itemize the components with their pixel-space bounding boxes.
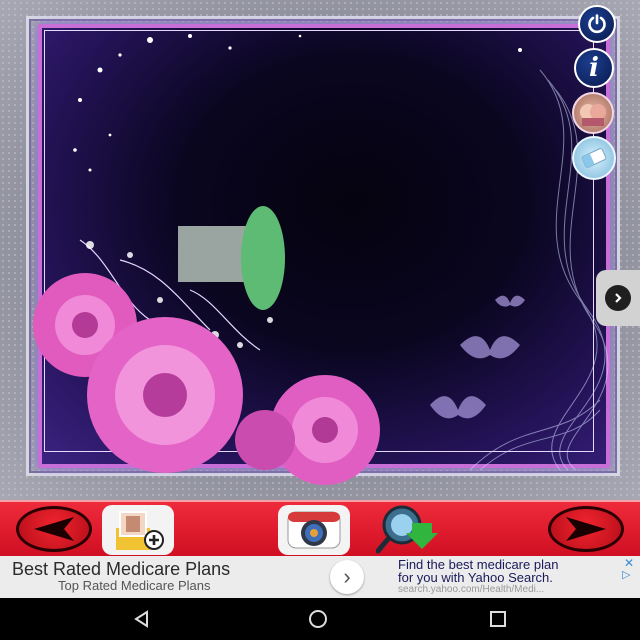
sparkle <box>88 168 92 172</box>
power-icon <box>588 14 606 34</box>
sparkle <box>518 48 522 52</box>
rose <box>235 410 295 470</box>
rose <box>143 373 187 417</box>
sparkle <box>188 34 192 38</box>
search-download-button[interactable] <box>372 505 444 555</box>
photo-frame-area: i <box>0 0 640 500</box>
gallery-icon <box>580 104 606 126</box>
butterfly <box>460 336 520 359</box>
camera-button[interactable] <box>278 505 350 555</box>
hat-sticker[interactable] <box>178 204 288 314</box>
ad-description-line2: for you with Yahoo Search. <box>398 570 553 585</box>
next-frame-button[interactable] <box>596 270 640 326</box>
chevron-right-icon <box>605 285 631 311</box>
sparkle <box>118 53 122 57</box>
recents-icon[interactable] <box>488 609 508 629</box>
add-photo-icon <box>116 511 164 550</box>
small-flower <box>267 317 273 323</box>
camera-icon <box>287 511 341 549</box>
ad-open-button[interactable]: › <box>330 560 364 594</box>
add-photo-button[interactable] <box>102 505 174 555</box>
eraser-icon <box>581 148 607 168</box>
ad-banner[interactable]: Best Rated Medicare Plans Top Rated Medi… <box>0 556 640 598</box>
power-button[interactable] <box>578 5 616 43</box>
next-button[interactable] <box>548 506 624 552</box>
home-icon[interactable] <box>308 609 328 629</box>
small-flower <box>127 252 133 258</box>
sparkle <box>228 46 232 50</box>
swirl-line <box>479 409 601 471</box>
frame-decorations <box>33 34 609 485</box>
arrow-right-icon <box>566 517 606 541</box>
ad-choices-icon[interactable]: ▷ <box>622 568 630 581</box>
back-icon[interactable] <box>132 609 152 629</box>
ad-url: search.yahoo.com/Health/Medi... <box>398 584 545 595</box>
ad-title: Best Rated Medicare Plans <box>12 559 231 579</box>
rose <box>312 417 338 443</box>
sparkle <box>73 148 77 152</box>
butterfly <box>495 295 525 307</box>
bottom-toolbar <box>0 500 640 556</box>
eraser-button[interactable] <box>572 136 616 180</box>
search-download-icon <box>376 505 438 554</box>
swirl-line <box>469 399 601 471</box>
sparkle <box>298 34 302 38</box>
rose <box>72 312 98 338</box>
previous-button[interactable] <box>16 506 92 552</box>
sparkle <box>97 67 103 73</box>
butterfly <box>430 396 486 419</box>
sparkle <box>108 133 112 137</box>
sparkle <box>147 37 153 43</box>
info-icon: i <box>589 53 599 83</box>
sparkle <box>78 98 82 102</box>
ad-subtitle: Top Rated Medicare Plans <box>58 578 211 593</box>
gallery-button[interactable] <box>572 92 614 134</box>
chevron-right-icon: › <box>343 564 351 589</box>
small-flower <box>237 342 243 348</box>
info-button[interactable]: i <box>574 48 614 88</box>
system-navigation-bar <box>0 598 640 640</box>
arrow-left-icon <box>34 517 74 541</box>
hat-brim <box>241 206 285 310</box>
small-flower <box>86 241 94 249</box>
small-flower <box>157 297 163 303</box>
